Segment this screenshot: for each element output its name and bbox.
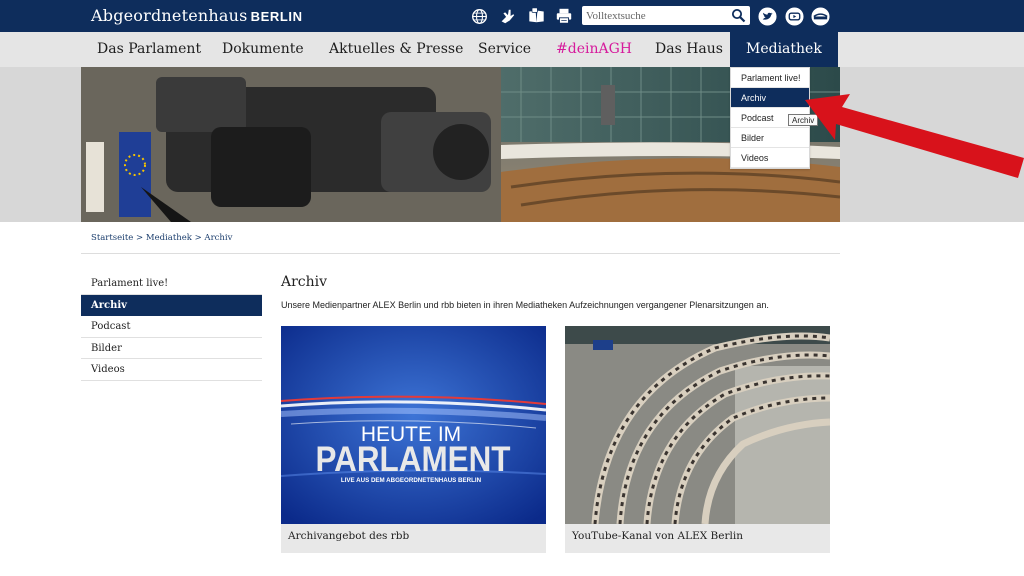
card-rbb-archive[interactable]: HEUTE IM PARLAMENT LIVE AUS DEM ABGEORDN… [281,326,546,553]
card-caption[interactable]: YouTube-Kanal von ALEX Berlin [572,530,743,542]
search-icon[interactable] [729,7,747,24]
intro-text: Unsere Medienpartner ALEX Berlin und rbb… [281,300,769,310]
dropdown-item-bilder[interactable]: Bilder [731,128,809,148]
main-nav: Das Parlament Dokumente Aktuelles & Pres… [0,32,1024,67]
card-caption[interactable]: Archivangebot des rbb [288,530,409,542]
sidebar-item-archiv[interactable]: Archiv [81,294,262,316]
sidebar-item-podcast[interactable]: Podcast [81,316,262,338]
site-logo[interactable]: Abgeordnetenhaus BERLIN [91,6,303,25]
card-image-plenary-hall[interactable] [565,326,830,524]
card-image-line3: LIVE AUS DEM ABGEORDNETENHAUS BERLIN [341,477,482,484]
nav-item-service[interactable]: Service [478,32,531,67]
sign-language-icon[interactable] [497,6,517,26]
card-image-heute-im-parlament[interactable]: HEUTE IM PARLAMENT LIVE AUS DEM ABGEORDN… [281,326,546,524]
nav-item-das-haus[interactable]: Das Haus [655,32,723,67]
page-title: Archiv [281,274,328,290]
dropdown-item-archiv[interactable]: Archiv [731,88,809,108]
globe-icon[interactable] [469,6,489,26]
youtube-icon[interactable] [784,6,804,26]
nav-item-aktuelles-presse[interactable]: Aktuelles & Presse [329,32,463,67]
nav-item-dokumente[interactable]: Dokumente [222,32,304,67]
sidebar-item-bilder[interactable]: Bilder [81,338,262,359]
sidebar-item-videos[interactable]: Videos [81,359,262,381]
dropdown-item-parlament-live[interactable]: Parlament live! [731,68,809,88]
instagram-icon[interactable] [810,6,830,26]
nav-item-deinagh[interactable]: #deinAGH [556,32,632,67]
nav-item-mediathek[interactable]: Mediathek [730,32,838,67]
top-bar: Abgeordnetenhaus BERLIN [0,0,1024,32]
divider [81,253,840,254]
twitter-icon[interactable] [757,6,777,26]
easy-read-book-icon[interactable] [526,6,546,26]
sidebar: Parlament live! Archiv Podcast Bilder Vi… [81,273,262,381]
search-input[interactable] [582,6,727,25]
search-box [582,6,750,25]
hero-image [81,67,840,222]
card-image-line2: PARLAMENT [316,440,511,479]
nav-item-das-parlament[interactable]: Das Parlament [97,32,201,67]
print-icon[interactable] [554,6,574,26]
dropdown-item-videos[interactable]: Videos [731,148,809,168]
card-alex-youtube[interactable]: YouTube-Kanal von ALEX Berlin [565,326,830,553]
sidebar-item-parlament-live[interactable]: Parlament live! [81,273,262,295]
tooltip: Archiv [788,114,819,126]
breadcrumb[interactable]: Startseite > Mediathek > Archiv [91,233,232,243]
